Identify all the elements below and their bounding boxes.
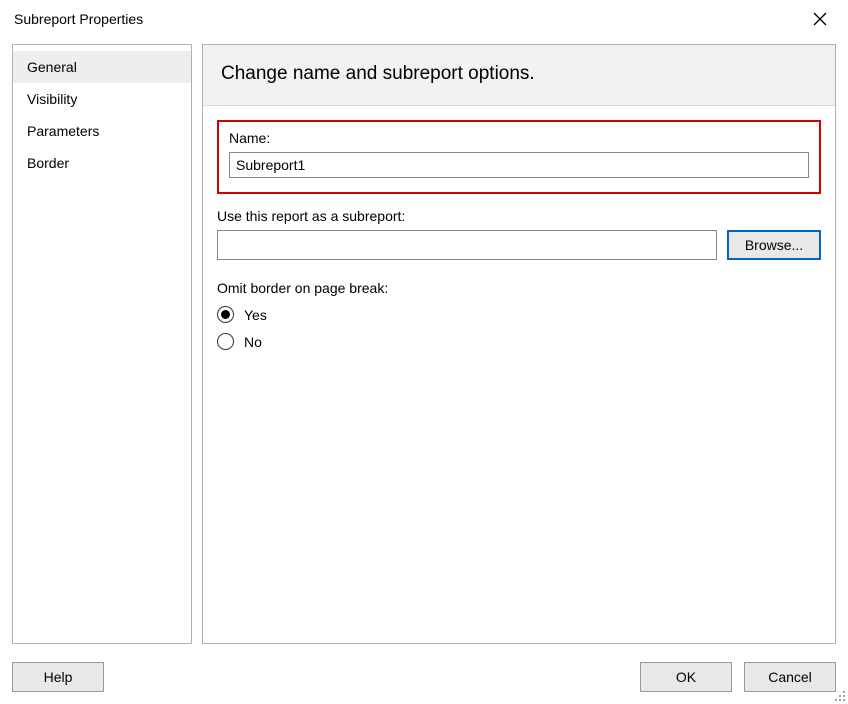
close-icon xyxy=(813,12,827,26)
sidebar: General Visibility Parameters Border xyxy=(12,44,192,644)
main-panel: Change name and subreport options. Name:… xyxy=(202,44,836,644)
titlebar: Subreport Properties xyxy=(0,0,848,36)
resize-grip-icon[interactable] xyxy=(832,688,846,702)
window-title: Subreport Properties xyxy=(14,11,143,27)
radio-no[interactable] xyxy=(217,333,234,350)
sidebar-item-border[interactable]: Border xyxy=(13,147,191,179)
subreport-path-input[interactable] xyxy=(217,230,717,260)
radio-no-label: No xyxy=(244,334,262,350)
close-button[interactable] xyxy=(804,5,836,33)
radio-yes-dot xyxy=(221,310,230,319)
sidebar-item-visibility[interactable]: Visibility xyxy=(13,83,191,115)
bottom-bar: Help OK Cancel xyxy=(12,662,836,692)
browse-button[interactable]: Browse... xyxy=(727,230,821,260)
name-section-highlight: Name: xyxy=(217,120,821,194)
content-area: General Visibility Parameters Border Cha… xyxy=(12,44,836,644)
sidebar-item-label: Visibility xyxy=(27,91,77,107)
subreport-row: Browse... xyxy=(217,230,821,260)
panel-heading: Change name and subreport options. xyxy=(203,45,835,106)
help-button[interactable]: Help xyxy=(12,662,104,692)
name-input[interactable] xyxy=(229,152,809,178)
omit-border-section: Omit border on page break: Yes No xyxy=(217,280,821,350)
sidebar-item-parameters[interactable]: Parameters xyxy=(13,115,191,147)
use-report-label: Use this report as a subreport: xyxy=(217,208,821,224)
ok-cancel-group: OK Cancel xyxy=(640,662,836,692)
ok-button[interactable]: OK xyxy=(640,662,732,692)
radio-row-no[interactable]: No xyxy=(217,333,821,350)
panel-body: Name: Use this report as a subreport: Br… xyxy=(203,106,835,643)
cancel-button[interactable]: Cancel xyxy=(744,662,836,692)
radio-yes-label: Yes xyxy=(244,307,267,323)
sidebar-item-label: Parameters xyxy=(27,123,99,139)
subreport-section: Use this report as a subreport: Browse..… xyxy=(217,208,821,260)
sidebar-item-general[interactable]: General xyxy=(13,51,191,83)
radio-yes[interactable] xyxy=(217,306,234,323)
name-label: Name: xyxy=(229,130,809,146)
omit-border-label: Omit border on page break: xyxy=(217,280,821,296)
sidebar-item-label: General xyxy=(27,59,77,75)
radio-row-yes[interactable]: Yes xyxy=(217,306,821,323)
sidebar-item-label: Border xyxy=(27,155,69,171)
